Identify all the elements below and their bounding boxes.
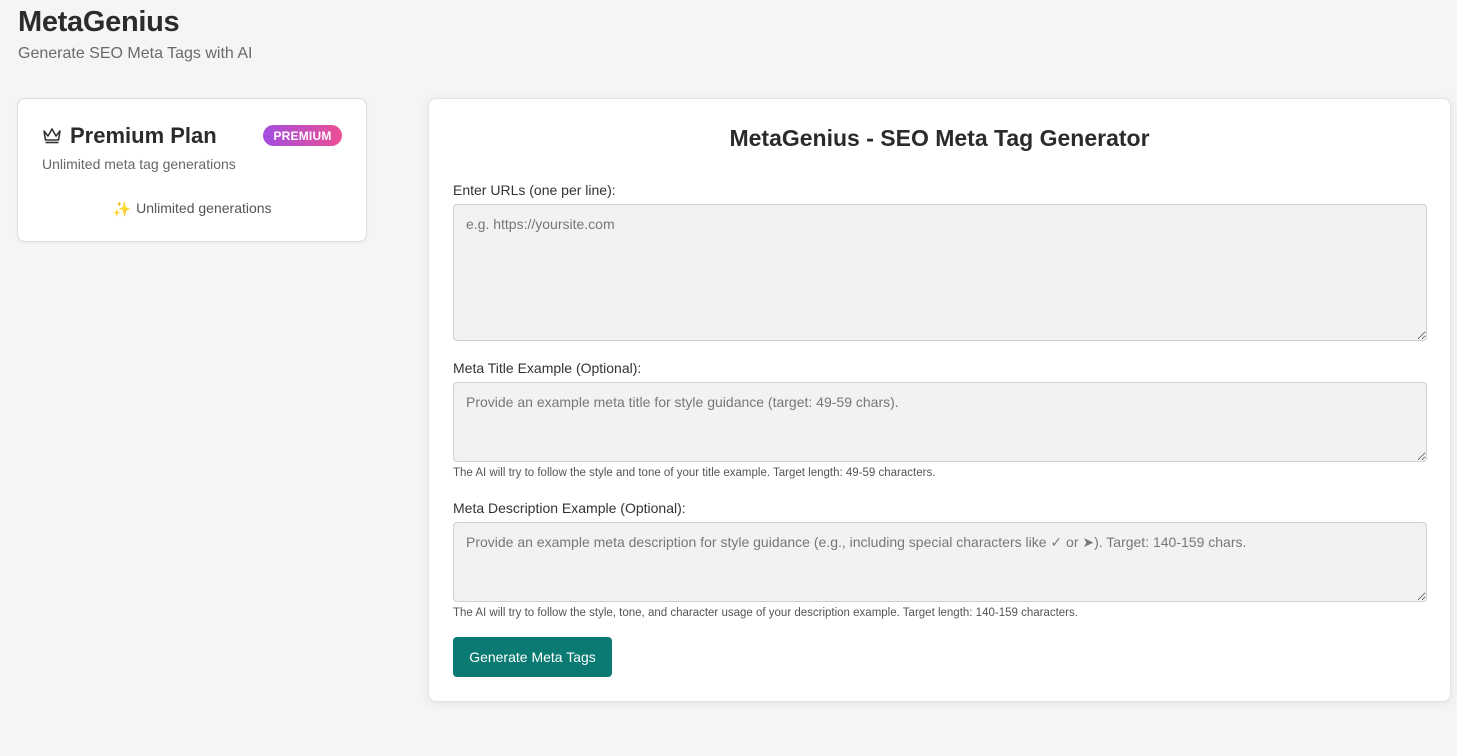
crown-icon xyxy=(42,126,62,144)
premium-badge: PREMIUM xyxy=(263,125,342,146)
plan-feature: ✨ Unlimited generations xyxy=(18,200,366,218)
generate-meta-tags-button[interactable]: Generate Meta Tags xyxy=(453,637,612,677)
urls-input[interactable] xyxy=(453,204,1427,341)
meta-description-label: Meta Description Example (Optional): xyxy=(453,500,686,516)
app-title: MetaGenius xyxy=(18,6,180,38)
plan-name: Premium Plan xyxy=(70,123,217,148)
plan-description: Unlimited meta tag generations xyxy=(42,156,236,172)
urls-label: Enter URLs (one per line): xyxy=(453,182,616,198)
meta-title-help: The AI will try to follow the style and … xyxy=(453,467,936,479)
plan-feature-label: Unlimited generations xyxy=(136,200,272,216)
app-header: MetaGenius Generate SEO Meta Tags with A… xyxy=(18,6,253,63)
meta-description-input[interactable] xyxy=(453,522,1427,602)
plan-card: Premium Plan PREMIUM Unlimited meta tag … xyxy=(17,98,367,242)
meta-title-label: Meta Title Example (Optional): xyxy=(453,360,642,376)
sparkle-icon: ✨ xyxy=(112,201,132,218)
app-subtitle: Generate SEO Meta Tags with AI xyxy=(18,45,253,62)
meta-description-help: The AI will try to follow the style, ton… xyxy=(453,607,1078,619)
meta-title-input[interactable] xyxy=(453,382,1427,462)
plan-header: Premium Plan PREMIUM xyxy=(42,122,342,150)
generator-card: MetaGenius - SEO Meta Tag Generator Ente… xyxy=(428,98,1451,702)
generator-title: MetaGenius - SEO Meta Tag Generator xyxy=(729,125,1150,151)
